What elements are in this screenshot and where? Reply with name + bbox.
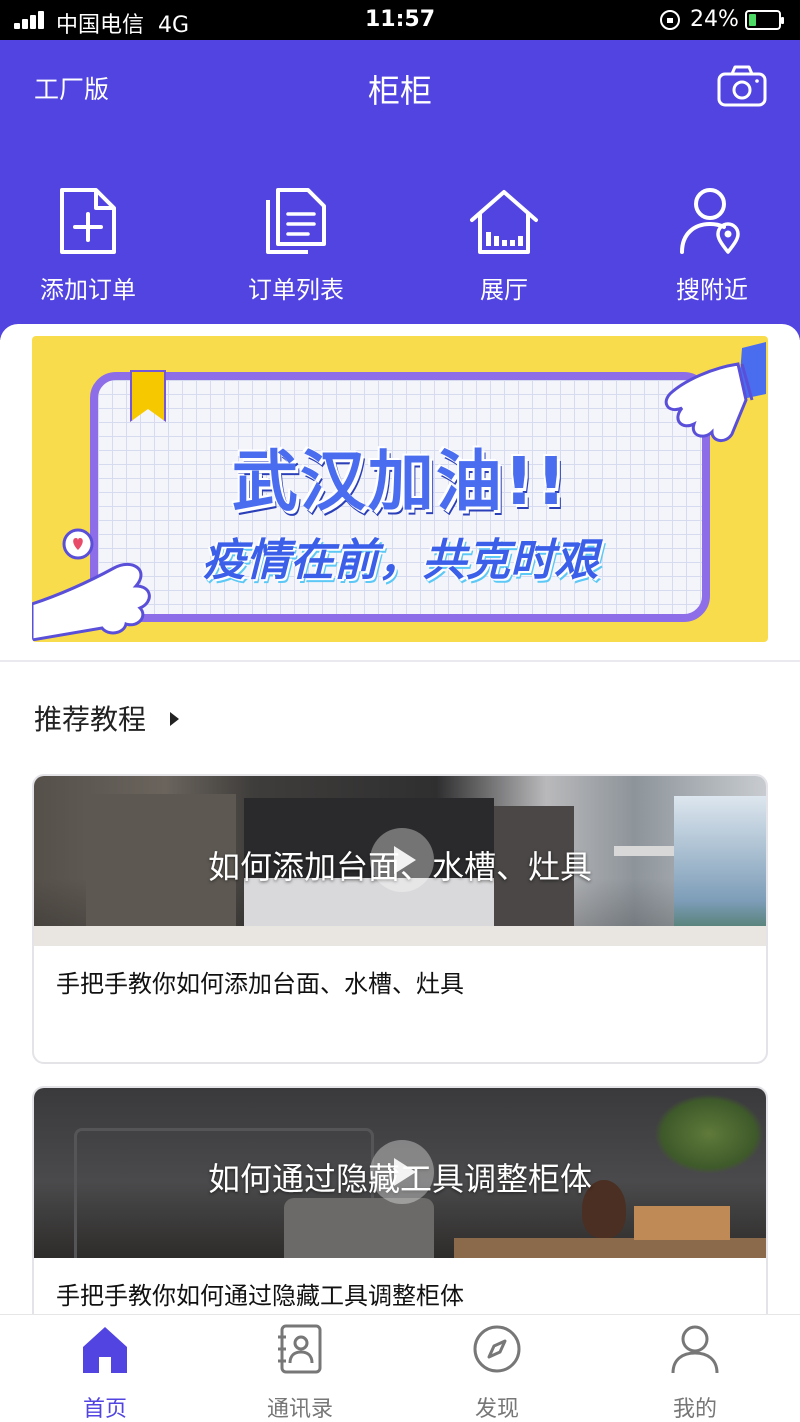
tab-label-profile: 我的	[672, 1397, 717, 1422]
tab-contacts[interactable]: 通讯录	[200, 1315, 400, 1422]
tab-label-discover: 发现	[474, 1397, 519, 1422]
compass-icon	[473, 1325, 521, 1373]
main-content: 武汉加油!! 疫情在前，共克时艰 推荐教程 如何添加台面、水槽、灶具 手把手教你…	[0, 324, 800, 1314]
order-list-label: 订单列表	[248, 276, 344, 304]
status-bar: 中国电信 4G 11:57 24% ⚡	[0, 0, 800, 40]
page-title: 柜柜	[367, 72, 432, 110]
add-order-button[interactable]: 添加订单	[8, 186, 168, 305]
tutorial-title: 手把手教你如何通过隐藏工具调整柜体	[56, 1282, 464, 1310]
rotation-lock-icon	[660, 10, 680, 30]
chair-decoration	[284, 1198, 434, 1258]
nearby-button[interactable]: 搜附近	[632, 186, 792, 305]
nearby-person-icon	[680, 188, 740, 254]
play-icon[interactable]	[370, 1140, 434, 1204]
battery-icon: ⚡	[745, 10, 784, 30]
nearby-label: 搜附近	[676, 276, 748, 304]
showroom-house-icon	[470, 190, 538, 254]
chevron-right-icon[interactable]	[170, 712, 179, 726]
sideboard-decoration	[454, 1238, 766, 1258]
quick-actions: 添加订单 订单列表 展厅 搜附近	[0, 186, 800, 306]
tab-home[interactable]: 首页	[5, 1315, 205, 1422]
tutorial-thumbnail[interactable]: 如何通过隐藏工具调整柜体	[34, 1088, 766, 1258]
showroom-button[interactable]: 展厅	[424, 186, 584, 305]
tutorial-thumbnail[interactable]: 如何添加台面、水槽、灶具	[34, 776, 766, 946]
order-list-button[interactable]: 订单列表	[216, 186, 376, 305]
promo-banner[interactable]: 武汉加油!! 疫情在前，共克时艰	[32, 336, 768, 642]
tutorial-title: 手把手教你如何添加台面、水槽、灶具	[56, 970, 464, 998]
tab-label-contacts: 通讯录	[266, 1397, 333, 1422]
tab-label-home: 首页	[82, 1397, 127, 1422]
wooden-box-decoration	[634, 1206, 730, 1240]
banner-headline: 武汉加油!!	[231, 443, 569, 520]
camera-icon[interactable]	[716, 64, 768, 108]
contacts-icon	[278, 1324, 322, 1374]
tab-profile[interactable]: 我的	[595, 1315, 795, 1422]
tutorial-card[interactable]: 如何通过隐藏工具调整柜体 手把手教你如何通过隐藏工具调整柜体	[32, 1086, 768, 1314]
home-icon	[83, 1327, 127, 1373]
play-icon[interactable]	[370, 828, 434, 892]
tutorial-card[interactable]: 如何添加台面、水槽、灶具 手把手教你如何添加台面、水槽、灶具	[32, 774, 768, 1064]
section-divider	[0, 660, 800, 662]
banner-subline: 疫情在前，共克时艰	[202, 535, 598, 586]
tab-discover[interactable]: 发现	[397, 1315, 597, 1422]
document-list-icon	[266, 188, 326, 254]
add-order-label: 添加订单	[40, 276, 136, 304]
clock: 11:57	[364, 7, 436, 32]
bottom-tab-bar: 首页 通讯录 发现 我的	[0, 1314, 800, 1422]
countertop-decoration	[34, 926, 766, 946]
showroom-label: 展厅	[480, 276, 528, 304]
app-header: 工厂版 柜柜 添加订单 订单列表 展厅 搜附近	[0, 40, 800, 340]
recommended-tutorials-title[interactable]: 推荐教程	[34, 698, 146, 738]
add-document-icon	[60, 188, 116, 254]
battery-percent: 24%	[690, 7, 739, 32]
person-icon	[671, 1325, 719, 1374]
